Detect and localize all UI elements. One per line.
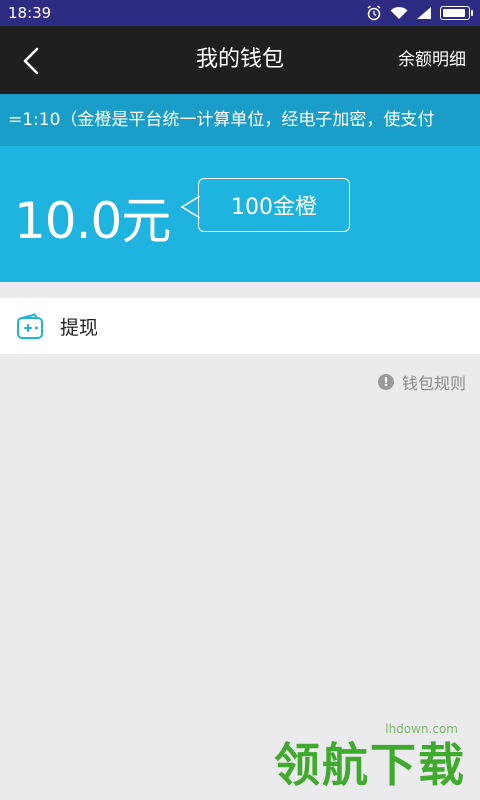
coins-value: 100金橙 (231, 195, 317, 220)
watermark-brand: 领航下载 (274, 738, 466, 792)
notice-marquee: =1:10（金橙是平台统一计算单位，经电子加密，使支付 (0, 94, 480, 146)
signal-icon (417, 7, 431, 19)
status-icons (366, 5, 473, 21)
wallet-plus-icon (17, 313, 43, 339)
wifi-icon (390, 6, 408, 19)
battery-level (443, 9, 465, 17)
back-button[interactable] (14, 44, 48, 78)
balance-amount: 10.0元 (14, 192, 171, 250)
nav-bar: 我的钱包 余额明细 (0, 26, 480, 94)
coins-bubble: 100金橙 (198, 178, 350, 232)
withdraw-label: 提现 (60, 316, 99, 339)
status-time: 18:39 (8, 4, 52, 22)
balance-detail-button[interactable]: 余额明细 (398, 26, 466, 94)
notice-text: =1:10（金橙是平台统一计算单位，经电子加密，使支付 (8, 110, 435, 130)
wallet-rules-link[interactable]: ! 钱包规则 (377, 370, 466, 394)
wallet-rules-label: 钱包规则 (401, 374, 466, 393)
info-icon: ! (377, 374, 394, 390)
balance-panel: 10.0元 100金橙 (0, 146, 480, 282)
bubble-tail-icon (180, 196, 200, 218)
status-bar: 18:39 (0, 0, 480, 26)
chevron-left-icon (23, 47, 39, 75)
watermark: lhdown.com 领航下载 (272, 722, 472, 792)
alarm-icon (367, 5, 381, 21)
battery-icon (440, 6, 473, 20)
watermark-site: lhdown.com (385, 722, 458, 736)
withdraw-item[interactable]: 提现 (0, 298, 480, 354)
